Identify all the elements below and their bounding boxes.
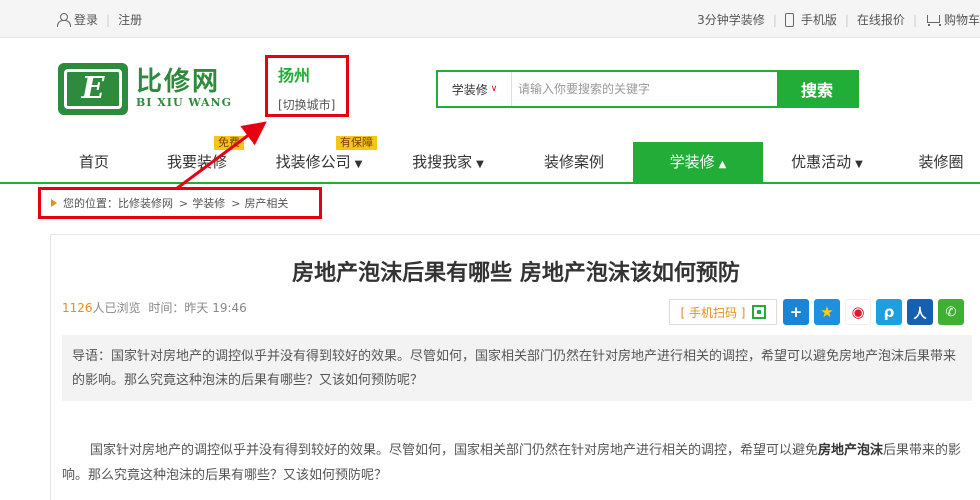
search-input[interactable] xyxy=(512,72,777,106)
breadcrumb-category[interactable]: 房产相关 xyxy=(244,195,288,211)
mobile-link[interactable]: 手机版 xyxy=(801,11,837,28)
nav-item-learn[interactable]: 学装修 ▲ xyxy=(633,142,763,182)
nav-item-label: 首页 xyxy=(78,153,109,171)
cart-link[interactable]: 购物车 xyxy=(944,11,980,28)
nav-item-label: 装修案例 xyxy=(543,153,604,171)
login-link[interactable]: 登录 xyxy=(74,11,98,28)
triangle-right-icon xyxy=(51,199,57,207)
logo-mark-letter: E xyxy=(64,69,122,109)
article: 房地产泡沫后果有哪些 房地产泡沫该如何预防 1126人已浏览 时间：昨天 19:… xyxy=(50,234,980,500)
breadcrumb-separator: > xyxy=(179,196,189,210)
view-suffix: 人已浏览 xyxy=(92,301,141,315)
breadcrumb: 您的位置： 比修装修网 > 学装修 > 房产相关 xyxy=(38,187,322,219)
article-title: 房地产泡沫后果有哪些 房地产泡沫该如何预防 xyxy=(292,261,740,286)
nav-item-cases[interactable]: 装修案例 xyxy=(520,142,628,182)
nav-item-label: 学装修 xyxy=(669,153,715,171)
cart-icon xyxy=(925,14,941,26)
nav-item-label: 找装修公司 xyxy=(275,153,351,171)
nav-item-promotions[interactable]: 优惠活动 ▼ xyxy=(775,142,879,182)
article-body: 国家针对房地产的调控似乎并没有得到较好的效果。尽管如何，国家相关部门仍然在针对房… xyxy=(62,438,962,488)
learn-link[interactable]: 3分钟学装修 xyxy=(697,11,765,28)
city-name: 扬州 xyxy=(278,66,311,85)
breadcrumb-separator: > xyxy=(231,196,241,210)
logo-en: BI XIU WANG xyxy=(136,96,233,109)
renren-icon[interactable]: 人 xyxy=(907,299,933,325)
register-link[interactable]: 注册 xyxy=(118,11,142,28)
quote-link[interactable]: 在线报价 xyxy=(857,11,905,28)
caret-up-icon: ▲ xyxy=(718,159,727,170)
caret-down-icon: ▼ xyxy=(354,159,363,170)
search-type-select[interactable]: 学装修 ∨ xyxy=(438,72,512,106)
guarantee-badge: 有保障 xyxy=(336,136,377,150)
divider: | xyxy=(772,12,777,27)
free-badge: 免费 xyxy=(214,136,244,150)
logo-mark: E xyxy=(58,63,128,115)
caret-down-icon: ▼ xyxy=(855,159,863,170)
article-lead: 导语：国家针对房地产的调控似乎并没有得到较好的效果。尽管如何，国家相关部门仍然在… xyxy=(62,335,972,401)
divider: | xyxy=(912,12,917,27)
nav-item-home[interactable]: 首页 xyxy=(56,142,132,182)
main-nav: 首页 我要装修 免费 找装修公司 ▼ 有保障 我搜我家 ▼ 装修案例 学装修 ▲ 优惠… xyxy=(0,136,980,184)
nav-item-label: 装修圈 xyxy=(918,153,964,171)
site-logo[interactable]: E 比修网 BI XIU WANG xyxy=(58,63,248,115)
top-bar: 登录 | 注册 3分钟学装修 | 手机版 | 在线报价 | 购物车 xyxy=(0,0,980,38)
nav-item-circle[interactable]: 装修圈 xyxy=(902,142,980,182)
city-selector[interactable]: 扬州 [切换城市] xyxy=(265,55,349,117)
tencent-weibo-icon[interactable]: ρ xyxy=(876,299,902,325)
qr-code-icon xyxy=(751,305,766,319)
nav-item-find-company[interactable]: 找装修公司 ▼ 有保障 xyxy=(262,136,377,182)
user-icon xyxy=(57,13,71,27)
mobile-scan-button[interactable]: [ 手机扫码 ] xyxy=(669,299,777,325)
article-meta: 1126人已浏览 时间：昨天 19:46 xyxy=(62,299,247,316)
search-bar: 学装修 ∨ 搜索 xyxy=(436,70,859,108)
nav-item-label: 我要装修 xyxy=(166,153,227,171)
top-right-links: 3分钟学装修 | 手机版 | 在线报价 | 购物车 xyxy=(697,11,980,28)
phone-icon xyxy=(784,12,794,27)
caret-down-icon: ▼ xyxy=(476,159,484,170)
switch-city-link[interactable]: [切换城市] xyxy=(278,96,336,113)
view-count: 1126 xyxy=(62,301,93,315)
divider: | xyxy=(844,12,849,27)
chevron-down-icon: ∨ xyxy=(490,84,498,94)
body-text-part: 国家针对房地产的调控似乎并没有得到较好的效果。尽管如何，国家相关部门仍然在针对房… xyxy=(90,443,819,458)
nav-item-renovate[interactable]: 我要装修 免费 xyxy=(150,136,244,182)
nav-item-label: 我搜我家 xyxy=(412,153,473,171)
time-label: 时间： xyxy=(148,301,185,315)
breadcrumb-home[interactable]: 比修装修网 xyxy=(118,195,173,211)
mobile-scan-label: [ 手机扫码 ] xyxy=(680,305,746,320)
qzone-icon[interactable]: ★ xyxy=(814,299,840,325)
search-button[interactable]: 搜索 xyxy=(777,72,857,106)
breadcrumb-learn[interactable]: 学装修 xyxy=(192,195,225,211)
body-keyword-link[interactable]: 房地产泡沫 xyxy=(818,443,883,458)
wechat-icon[interactable]: ✆ xyxy=(938,299,964,325)
logo-text: 比修网 BI XIU WANG xyxy=(136,68,232,110)
divider: | xyxy=(106,12,111,27)
breadcrumb-prefix: 您的位置： xyxy=(63,197,118,210)
search-type-label: 学装修 xyxy=(451,82,488,97)
publish-time: 昨天 19:46 xyxy=(184,301,247,315)
nav-item-search-home[interactable]: 我搜我家 ▼ xyxy=(396,142,500,182)
nav-item-label: 优惠活动 xyxy=(791,153,852,171)
weibo-icon[interactable]: ◉ xyxy=(845,299,871,325)
more-share-icon[interactable]: + xyxy=(783,299,809,325)
logo-cn: 比修网 xyxy=(136,67,221,97)
account-links: 登录 | 注册 xyxy=(57,11,142,28)
